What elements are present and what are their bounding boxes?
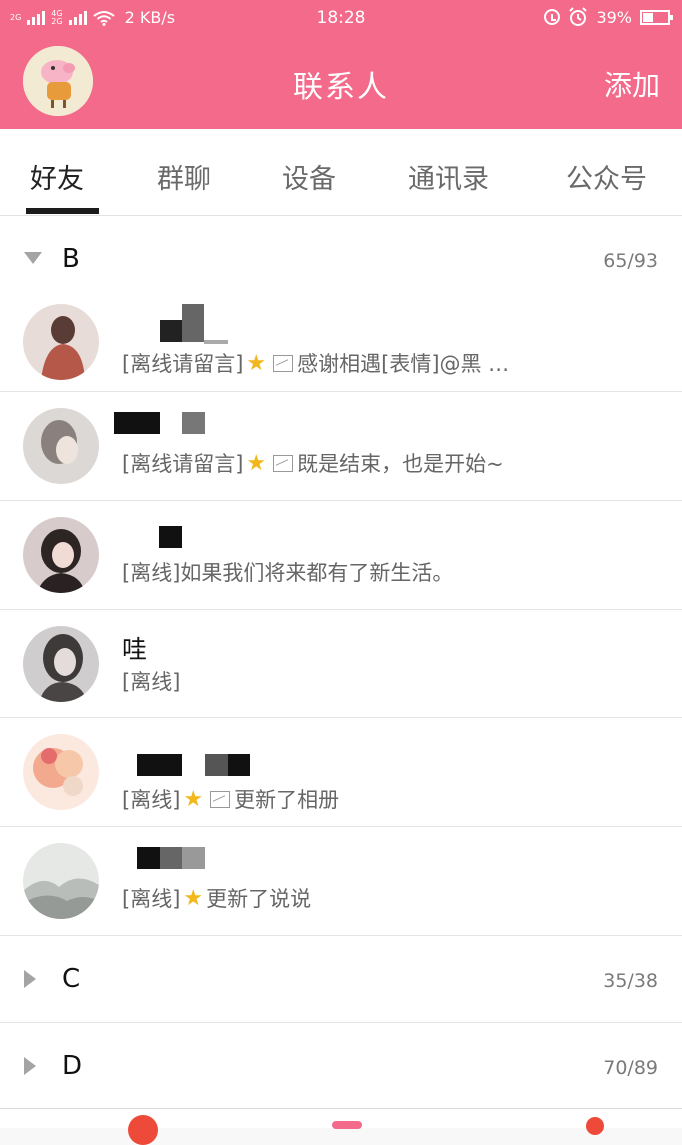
contact-avatar	[23, 843, 99, 919]
online-status: [离线]	[122, 670, 181, 694]
contact-avatar	[23, 408, 99, 484]
contact-status-line: [离线] ★ 更新了相册	[122, 784, 339, 814]
nickname-redacted	[137, 847, 160, 869]
contact-tabs: 好友 群聊 设备 通讯录 公众号	[0, 129, 682, 216]
star-icon: ★	[183, 786, 204, 812]
status-message: 感谢相遇[表情]@黑 …	[297, 352, 510, 376]
group-online-count: 65/93	[603, 250, 658, 272]
contact-nickname: 哇	[122, 635, 148, 664]
active-tab-indicator	[26, 208, 99, 214]
status-message: 更新了说说	[206, 887, 312, 911]
avatar-photo	[23, 517, 99, 593]
contact-avatar	[23, 304, 99, 380]
group-header-d[interactable]: D 70/89	[0, 1023, 682, 1109]
status-message: 既是结束，也是开始~	[297, 452, 504, 476]
rotation-lock-icon	[544, 9, 561, 25]
nickname-redacted	[159, 526, 182, 548]
star-icon: ★	[183, 885, 204, 911]
nickname-redacted	[160, 847, 182, 869]
nickname-redacted	[228, 754, 250, 776]
group-name: B	[62, 244, 80, 274]
online-status: [离线]	[122, 887, 181, 911]
contact-status-line: [离线请留言] ★ 感谢相遇[表情]@黑 …	[122, 348, 509, 378]
messages-tab-icon[interactable]	[128, 1115, 158, 1145]
contact-status-line: [离线] ★ 更新了说说	[122, 883, 311, 913]
tab-official-accounts[interactable]: 公众号	[566, 157, 647, 196]
avatar-photo	[23, 734, 99, 810]
online-status: [离线请留言]	[122, 352, 244, 376]
tab-address-book[interactable]: 通讯录	[408, 157, 489, 196]
group-name: C	[62, 964, 81, 994]
nickname-redacted	[182, 412, 205, 434]
battery-icon	[640, 9, 673, 25]
online-status: [离线]	[122, 788, 181, 812]
contact-status-line: [离线]	[122, 666, 180, 696]
group-header-b[interactable]: B 65/93	[0, 216, 682, 303]
contact-avatar	[23, 517, 99, 593]
online-status: [离线请留言]	[122, 452, 244, 476]
image-icon	[273, 454, 294, 472]
avatar-photo	[23, 843, 99, 919]
contacts-tab-icon[interactable]	[332, 1121, 362, 1129]
group-header-c[interactable]: C 35/38	[0, 936, 682, 1023]
app-header: 2G 4G 2G 2 KB/s 18:28 39% 联系人 添加	[0, 0, 682, 129]
nickname-redacted	[137, 754, 182, 776]
add-contact-button[interactable]: 添加	[604, 64, 660, 104]
collapsed-arrow-icon	[24, 1057, 36, 1075]
nickname-redacted	[205, 754, 228, 776]
image-icon	[210, 790, 231, 808]
contact-row[interactable]: [离线请留言] ★ 既是结束，也是开始~	[0, 392, 682, 501]
nickname-redacted	[114, 412, 160, 434]
bottom-navigation	[0, 1108, 682, 1145]
contact-status-line: [离线请留言] ★ 既是结束，也是开始~	[122, 448, 504, 478]
contact-status-line: [离线] 如果我们将来都有了新生活。	[122, 557, 453, 587]
expand-arrow-icon	[24, 252, 42, 264]
nickname-redacted	[160, 320, 182, 342]
collapsed-arrow-icon	[24, 970, 36, 988]
nickname-redacted	[182, 847, 205, 869]
alarm-icon	[569, 7, 588, 26]
avatar-photo	[23, 626, 99, 702]
group-online-count: 70/89	[603, 1057, 658, 1079]
contact-row[interactable]: [离线请留言] ★ 感谢相遇[表情]@黑 …	[0, 302, 682, 392]
nickname-redacted	[204, 340, 228, 344]
contact-row[interactable]: [离线] ★ 更新了相册	[0, 718, 682, 827]
online-status: [离线]	[122, 561, 181, 585]
contact-row[interactable]: [离线] 如果我们将来都有了新生活。	[0, 501, 682, 610]
contact-row[interactable]: 哇 [离线]	[0, 610, 682, 718]
status-message: 如果我们将来都有了新生活。	[180, 561, 454, 585]
star-icon: ★	[246, 350, 267, 376]
nickname-redacted	[182, 304, 204, 342]
avatar-photo	[23, 408, 99, 484]
avatar-photo	[23, 304, 99, 380]
tab-friends[interactable]: 好友	[30, 157, 84, 196]
contact-row[interactable]: [离线] ★ 更新了说说	[0, 827, 682, 936]
tab-devices[interactable]: 设备	[282, 157, 336, 196]
group-online-count: 35/38	[603, 970, 658, 992]
contact-avatar	[23, 626, 99, 702]
tab-group-chats[interactable]: 群聊	[157, 157, 211, 196]
star-icon: ★	[246, 450, 267, 476]
image-icon	[273, 354, 294, 372]
status-message: 更新了相册	[234, 788, 340, 812]
page-title: 联系人	[293, 70, 389, 105]
group-name: D	[62, 1051, 83, 1081]
status-bar: 2G 4G 2G 2 KB/s 18:28 39%	[0, 0, 682, 36]
notification-badge-icon[interactable]	[586, 1117, 604, 1135]
battery-percent: 39%	[596, 7, 632, 27]
contact-avatar	[23, 734, 99, 810]
